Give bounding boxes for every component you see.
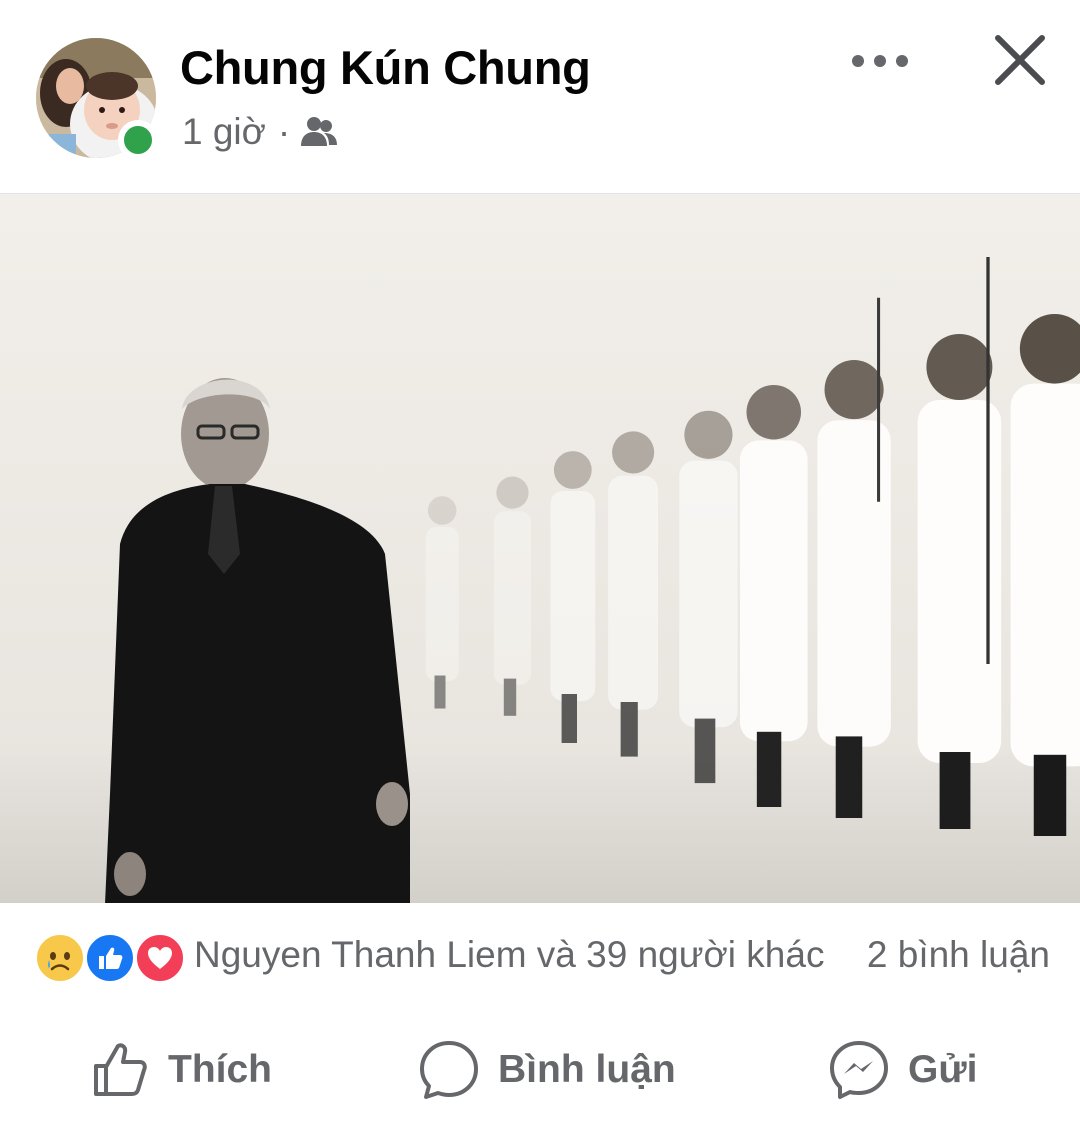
close-button[interactable] bbox=[990, 30, 1050, 90]
love-reaction-icon bbox=[134, 932, 186, 984]
action-bar: Thích Bình luận Gửi bbox=[0, 1020, 1080, 1120]
online-status-indicator bbox=[118, 120, 158, 160]
friends-icon[interactable] bbox=[300, 116, 338, 148]
comments-count[interactable]: 2 bình luận bbox=[867, 934, 1050, 976]
like-reaction-icon bbox=[84, 932, 136, 984]
post-meta: 1 giờ · bbox=[182, 108, 338, 156]
post-photo[interactable] bbox=[0, 193, 1080, 903]
sad-reaction-icon bbox=[34, 932, 86, 984]
post-header: Chung Kún Chung 1 giờ · bbox=[0, 0, 1080, 192]
reactions-summary: Nguyen Thanh Liem và 39 người khác 2 bìn… bbox=[0, 920, 1080, 996]
thumbs-up-icon bbox=[94, 1043, 147, 1096]
reaction-summary-text[interactable]: Nguyen Thanh Liem và 39 người khác bbox=[194, 934, 824, 976]
more-horizontal-icon bbox=[852, 55, 908, 67]
send-label: Gửi bbox=[908, 1048, 978, 1091]
messenger-icon bbox=[830, 1041, 888, 1099]
more-options-button[interactable] bbox=[846, 38, 914, 84]
like-label: Thích bbox=[168, 1048, 272, 1091]
comment-icon bbox=[420, 1041, 478, 1099]
close-icon bbox=[995, 35, 1045, 85]
comment-label: Bình luận bbox=[498, 1048, 676, 1091]
reaction-icons[interactable] bbox=[34, 932, 186, 984]
like-button[interactable]: Thích bbox=[90, 1020, 272, 1120]
author-name[interactable]: Chung Kún Chung bbox=[180, 40, 591, 95]
send-button[interactable]: Gửi bbox=[828, 1020, 977, 1120]
post-timestamp[interactable]: 1 giờ bbox=[182, 111, 266, 153]
photo-illustration bbox=[0, 194, 1080, 903]
meta-separator: · bbox=[277, 111, 291, 152]
comment-button[interactable]: Bình luận bbox=[418, 1020, 676, 1120]
